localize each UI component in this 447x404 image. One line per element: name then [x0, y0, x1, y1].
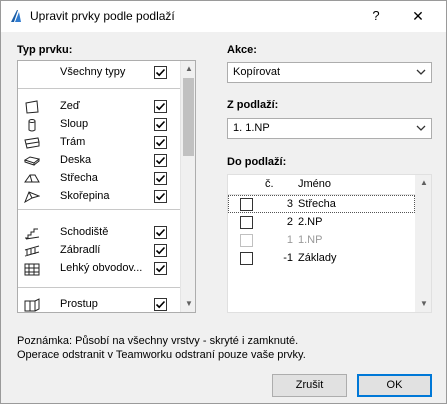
curtain-wall-icon	[24, 263, 40, 276]
type-checkbox-all[interactable]	[154, 66, 167, 79]
type-label: Lehký obvodov...	[60, 262, 143, 274]
note-line-2: Operace odstranit v Teamworku odstraní p…	[17, 349, 306, 361]
cancel-button[interactable]: Zrušit	[272, 374, 347, 397]
type-row[interactable]: Prostup	[18, 296, 180, 312]
type-checkbox[interactable]	[154, 190, 167, 203]
type-label: Zábradlí	[60, 244, 101, 256]
scroll-thumb[interactable]	[183, 78, 194, 156]
dialog: Upravit prvky podle podlaží ? ✕ Typ prvk…	[0, 0, 447, 404]
type-row[interactable]: Lehký obvodov...	[18, 260, 180, 278]
story-checkbox[interactable]	[240, 252, 253, 265]
story-row[interactable]: 1 1.NP	[228, 231, 415, 249]
title-bar: Upravit prvky podle podlaží ? ✕	[1, 1, 446, 32]
window-title: Upravit prvky podle podlaží	[30, 9, 175, 23]
story-name: 2.NP	[298, 216, 323, 228]
to-story-label: Do podlaží:	[227, 156, 287, 168]
story-row[interactable]: -1 Základy	[228, 249, 415, 267]
story-name: Střecha	[298, 198, 336, 210]
column-icon	[28, 119, 36, 132]
note-line-1: Poznámka: Působí na všechny vrstvy - skr…	[17, 335, 299, 347]
column-header-number[interactable]: č.	[265, 178, 274, 190]
story-name: Základy	[298, 252, 337, 264]
separator	[18, 287, 180, 288]
type-row[interactable]: Sloup	[18, 116, 180, 134]
from-story-value: 1. 1.NP	[233, 122, 270, 134]
type-checkbox[interactable]	[154, 262, 167, 275]
type-row[interactable]: Trám	[18, 134, 180, 152]
element-type-heading: Typ prvku:	[17, 44, 73, 56]
scroll-down-arrow-icon[interactable]: ▼	[185, 299, 193, 308]
type-checkbox[interactable]	[154, 136, 167, 149]
type-label: Prostup	[60, 298, 98, 310]
type-label: Schodiště	[60, 226, 109, 238]
action-select[interactable]: Kopírovat	[227, 62, 432, 83]
scroll-down-arrow-icon[interactable]: ▼	[420, 299, 428, 308]
type-checkbox[interactable]	[154, 226, 167, 239]
opening-icon	[24, 298, 40, 312]
type-checkbox[interactable]	[154, 172, 167, 185]
type-row[interactable]: Zeď	[18, 98, 180, 116]
type-row[interactable]: Skořepina	[18, 188, 180, 206]
railing-icon	[24, 245, 40, 257]
story-number: 3	[286, 198, 293, 210]
action-label: Akce:	[227, 44, 257, 56]
story-number: 2	[286, 216, 293, 228]
roof-icon	[24, 174, 40, 183]
story-checkbox[interactable]	[240, 198, 253, 211]
separator	[18, 209, 180, 210]
story-number: -1	[283, 252, 293, 264]
type-checkbox[interactable]	[154, 244, 167, 257]
story-checkbox[interactable]	[240, 216, 253, 229]
story-row[interactable]: 3 Střecha	[228, 195, 415, 213]
type-row[interactable]: Střecha	[18, 170, 180, 188]
type-list-scrollbar[interactable]: ▲ ▼	[180, 61, 195, 312]
chevron-down-icon	[416, 125, 426, 131]
separator	[18, 88, 180, 89]
column-header-name[interactable]: Jméno	[298, 178, 331, 190]
stair-icon	[25, 228, 40, 240]
type-label: Zeď	[60, 100, 80, 112]
story-name: 1.NP	[298, 234, 323, 246]
type-label: Skořepina	[60, 190, 110, 202]
shell-icon	[24, 191, 40, 204]
scroll-up-arrow-icon[interactable]: ▲	[185, 64, 193, 73]
slab-icon	[24, 156, 40, 166]
scroll-up-arrow-icon[interactable]: ▲	[420, 178, 428, 187]
close-button[interactable]: ✕	[403, 5, 433, 27]
story-table-scrollbar[interactable]: ▲ ▼	[415, 175, 431, 312]
type-row-all[interactable]: Všechny typy	[18, 64, 180, 82]
type-label: Sloup	[60, 118, 89, 130]
chevron-down-icon	[416, 69, 426, 75]
type-label: Střecha	[60, 172, 98, 184]
to-story-table: č. Jméno 3 Střecha 2 2.NP 1 1.NP -1 Základy ▲ ▼	[227, 174, 432, 313]
type-label: Trám	[60, 136, 86, 148]
type-checkbox[interactable]	[154, 154, 167, 167]
type-label: Deska	[60, 154, 92, 166]
ok-button[interactable]: OK	[357, 374, 432, 397]
story-number: 1	[286, 234, 293, 246]
type-checkbox[interactable]	[154, 298, 167, 311]
wall-icon	[25, 100, 39, 114]
story-checkbox	[240, 234, 253, 247]
type-label: Všechny typy	[60, 66, 126, 78]
type-checkbox[interactable]	[154, 118, 167, 131]
archicad-app-icon	[11, 10, 21, 22]
beam-icon	[24, 137, 40, 149]
help-button[interactable]: ?	[365, 5, 387, 27]
type-row[interactable]: Schodiště	[18, 224, 180, 242]
element-type-list: Všechny typy Zeď Sloup Trám Deska Střecha Sko…	[17, 60, 196, 313]
type-row[interactable]: Deska	[18, 152, 180, 170]
from-story-label: Z podlaží:	[227, 99, 279, 111]
story-row[interactable]: 2 2.NP	[228, 213, 415, 231]
type-row[interactable]: Zábradlí	[18, 242, 180, 260]
from-story-select[interactable]: 1. 1.NP	[227, 118, 432, 139]
action-value: Kopírovat	[233, 66, 281, 78]
type-checkbox[interactable]	[154, 100, 167, 113]
